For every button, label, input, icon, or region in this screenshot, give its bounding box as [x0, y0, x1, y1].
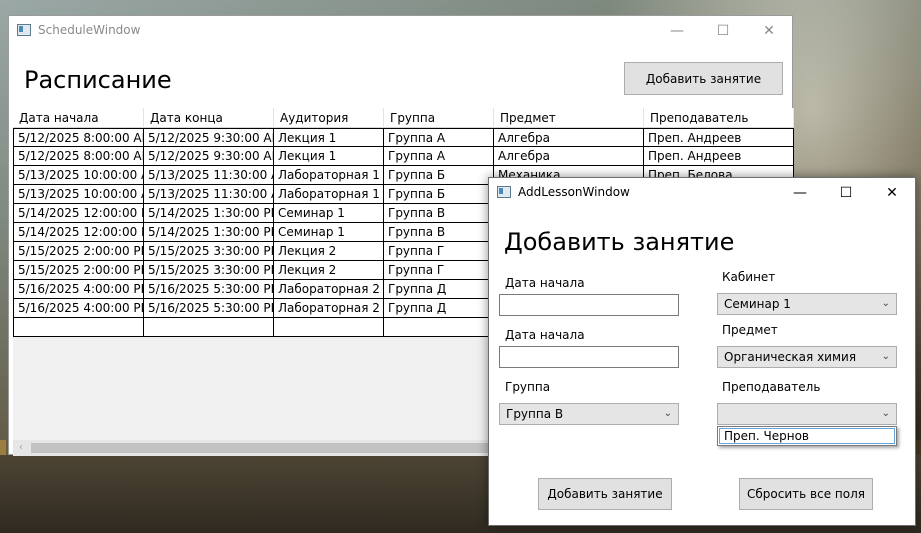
cell-end[interactable]: 5/13/2025 11:30:00 AM	[144, 185, 274, 204]
cell-start[interactable]: 5/14/2025 12:00:00 PM	[13, 204, 144, 223]
cell-room[interactable]: Лабораторная 2	[274, 299, 384, 318]
cell-start[interactable]: 5/15/2025 2:00:00 PM	[13, 261, 144, 280]
reset-fields-button[interactable]: Сбросить все поля	[739, 478, 873, 510]
cell-group[interactable]: Группа Д	[384, 299, 494, 318]
room-select-value: Семинар 1	[724, 297, 791, 311]
cell-room[interactable]: Семинар 1	[274, 204, 384, 223]
group-label: Группа	[505, 380, 551, 394]
cell-room[interactable]: Лекция 2	[274, 242, 384, 261]
cell-group[interactable]: Группа Б	[384, 185, 494, 204]
cell-group[interactable]: Группа Г	[384, 242, 494, 261]
cell-group[interactable]: Группа А	[384, 128, 494, 147]
window-title: ScheduleWindow	[38, 23, 141, 37]
cell-room[interactable]: Лекция 1	[274, 147, 384, 166]
minimize-icon[interactable]: —	[655, 18, 699, 44]
cell-end[interactable]: 5/14/2025 1:30:00 PM	[144, 223, 274, 242]
close-icon[interactable]: ✕	[870, 180, 914, 206]
cell-room[interactable]: Лекция 1	[274, 128, 384, 147]
room-select[interactable]: Семинар 1 ⌄	[717, 293, 897, 315]
cell-room[interactable]: Лабораторная 2	[274, 280, 384, 299]
schedule-window-titlebar[interactable]: ScheduleWindow — ☐ ✕	[9, 16, 792, 46]
cell-group[interactable]: Группа В	[384, 204, 494, 223]
column-header-end[interactable]: Дата конца	[144, 108, 274, 128]
group-select[interactable]: Группа В ⌄	[499, 403, 679, 425]
cell-end[interactable]: 5/16/2025 5:30:00 PM	[144, 280, 274, 299]
cell-start[interactable]: 5/16/2025 4:00:00 PM	[13, 280, 144, 299]
chevron-down-icon: ⌄	[881, 408, 890, 419]
app-icon	[497, 186, 511, 198]
cell-end[interactable]	[144, 318, 274, 337]
end-date-label: Дата начала	[505, 328, 585, 342]
cell-start[interactable]: 5/13/2025 10:00:00 AM	[13, 185, 144, 204]
cell-room[interactable]: Семинар 1	[274, 223, 384, 242]
cell-teacher[interactable]: Преп. Андреев	[644, 128, 794, 147]
table-row[interactable]: 5/12/2025 8:00:00 AM 5/12/2025 9:30:00 AM…	[13, 147, 794, 166]
add-lesson-submit-button[interactable]: Добавить занятие	[538, 478, 672, 510]
column-header-room[interactable]: Аудитория	[274, 108, 384, 128]
add-window-titlebar[interactable]: AddLessonWindow — ☐ ✕	[489, 178, 915, 208]
scrollbar-thumb[interactable]	[31, 443, 501, 453]
cell-start[interactable]: 5/16/2025 4:00:00 PM	[13, 299, 144, 318]
cell-end[interactable]: 5/14/2025 1:30:00 PM	[144, 204, 274, 223]
maximize-icon[interactable]: ☐	[701, 18, 745, 44]
cell-group[interactable]: Группа В	[384, 223, 494, 242]
cell-teacher[interactable]: Преп. Андреев	[644, 147, 794, 166]
teacher-select[interactable]: ⌄	[717, 403, 897, 425]
cell-subject[interactable]: Алгебра	[494, 147, 644, 166]
cell-group[interactable]: Группа А	[384, 147, 494, 166]
cell-room[interactable]: Лабораторная 1	[274, 166, 384, 185]
add-lesson-window: AddLessonWindow — ☐ ✕ Добавить занятие Д…	[488, 177, 916, 526]
group-select-value: Группа В	[506, 407, 564, 421]
start-date-label: Дата начала	[505, 276, 585, 290]
cell-start[interactable]	[13, 318, 144, 337]
chevron-down-icon: ⌄	[881, 298, 890, 309]
cell-end[interactable]: 5/15/2025 3:30:00 PM	[144, 261, 274, 280]
cell-room[interactable]: Лабораторная 1	[274, 185, 384, 204]
column-header-start[interactable]: Дата начала	[13, 108, 144, 128]
cell-group[interactable]: Группа Д	[384, 280, 494, 299]
cell-end[interactable]: 5/12/2025 9:30:00 AM	[144, 147, 274, 166]
page-title: Расписание	[24, 66, 172, 94]
teacher-label: Преподаватель	[722, 380, 821, 394]
cell-group[interactable]: Группа Б	[384, 166, 494, 185]
app-icon	[17, 24, 31, 36]
cell-end[interactable]: 5/13/2025 11:30:00 AM	[144, 166, 274, 185]
scroll-left-icon[interactable]: ‹	[13, 440, 29, 456]
column-header-subject[interactable]: Предмет	[494, 108, 644, 128]
cell-subject[interactable]: Алгебра	[494, 128, 644, 147]
cell-room[interactable]	[274, 318, 384, 337]
teacher-option[interactable]: Преп. Чернов	[719, 428, 895, 444]
maximize-icon[interactable]: ☐	[824, 180, 868, 206]
room-label: Кабинет	[722, 270, 776, 284]
table-row[interactable]: 5/12/2025 8:00:00 AM 5/12/2025 9:30:00 AM…	[13, 128, 794, 147]
cell-end[interactable]: 5/12/2025 9:30:00 AM	[144, 128, 274, 147]
dialog-title: Добавить занятие	[504, 228, 735, 256]
window-title: AddLessonWindow	[518, 185, 630, 199]
cell-start[interactable]: 5/13/2025 10:00:00 AM	[13, 166, 144, 185]
teacher-dropdown: Преп. Чернов	[717, 426, 897, 446]
cell-start[interactable]: 5/12/2025 8:00:00 AM	[13, 147, 144, 166]
cell-group[interactable]	[384, 318, 494, 337]
subject-select[interactable]: Органическая химия ⌄	[717, 346, 897, 368]
column-header-group[interactable]: Группа	[384, 108, 494, 128]
cell-start[interactable]: 5/12/2025 8:00:00 AM	[13, 128, 144, 147]
column-header-teacher[interactable]: Преподаватель	[644, 108, 794, 128]
cell-room[interactable]: Лекция 2	[274, 261, 384, 280]
cell-start[interactable]: 5/15/2025 2:00:00 PM	[13, 242, 144, 261]
close-icon[interactable]: ✕	[747, 18, 791, 44]
cell-start[interactable]: 5/14/2025 12:00:00 PM	[13, 223, 144, 242]
cell-end[interactable]: 5/16/2025 5:30:00 PM	[144, 299, 274, 318]
add-lesson-button[interactable]: Добавить занятие	[624, 62, 783, 95]
horizontal-scrollbar[interactable]: ‹	[13, 440, 513, 456]
end-date-input[interactable]	[499, 346, 679, 368]
minimize-icon[interactable]: —	[778, 180, 822, 206]
subject-label: Предмет	[722, 323, 778, 337]
subject-select-value: Органическая химия	[724, 350, 857, 364]
chevron-down-icon: ⌄	[663, 408, 672, 419]
cell-group[interactable]: Группа Г	[384, 261, 494, 280]
chevron-down-icon: ⌄	[881, 351, 890, 362]
cell-end[interactable]: 5/15/2025 3:30:00 PM	[144, 242, 274, 261]
start-date-input[interactable]	[499, 294, 679, 316]
table-header: Дата начала Дата конца Аудитория Группа …	[13, 108, 794, 128]
